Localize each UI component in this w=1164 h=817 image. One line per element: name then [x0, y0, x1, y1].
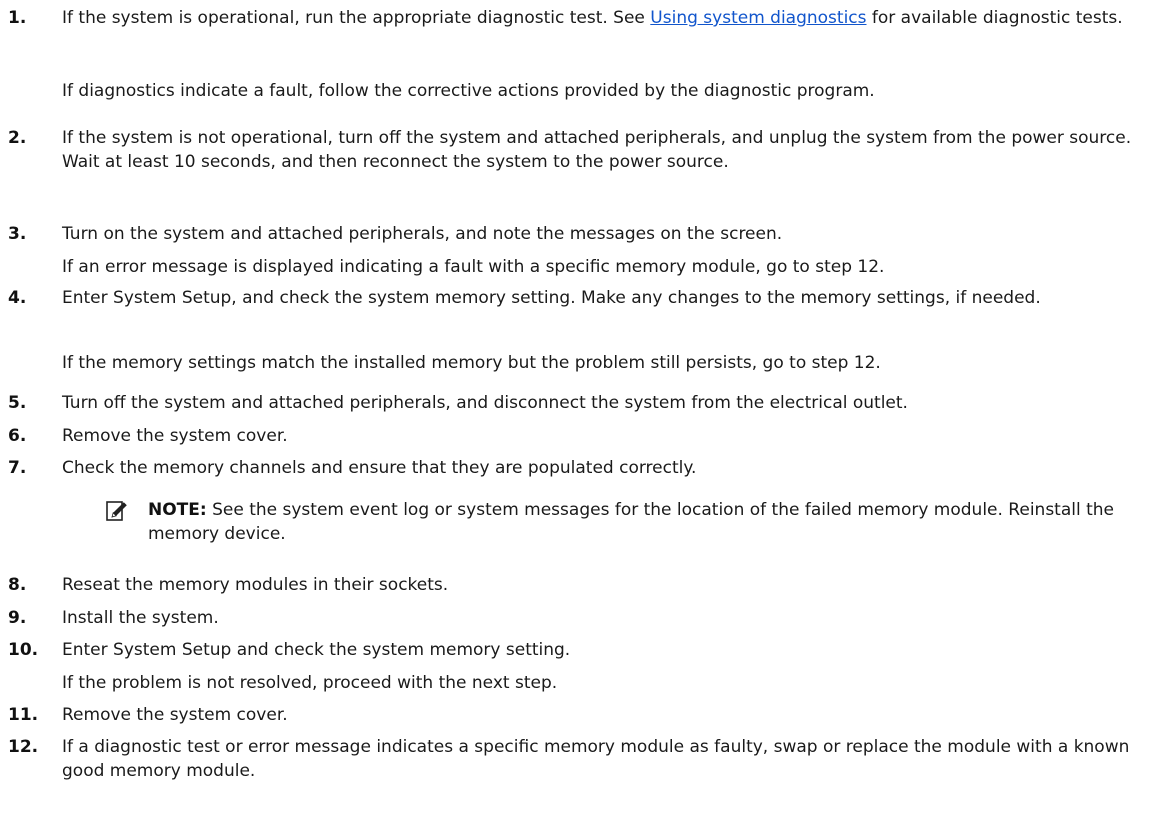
step-text: Remove the system cover. [62, 705, 288, 725]
step-sub-text: If diagnostics indicate a fault, follow … [62, 81, 875, 101]
using-system-diagnostics-link[interactable]: Using system diagnostics [650, 8, 866, 28]
step-number: 5. [8, 393, 27, 413]
step-text: Install the system. [62, 608, 219, 628]
step-sub-text: If an error message is displayed indicat… [62, 257, 885, 277]
step-number: 1. [8, 8, 27, 28]
step-text-part: If the system is operational, run the ap… [62, 8, 651, 28]
step-sub-text: If the problem is not resolved, proceed … [62, 673, 558, 693]
step-text: Reseat the memory modules in their socke… [62, 575, 449, 595]
note-body: See the system event log or system messa… [148, 500, 1115, 544]
step-text: Turn on the system and attached peripher… [62, 224, 783, 244]
step-text: Check the memory channels and ensure tha… [62, 458, 697, 478]
step-text: Enter System Setup, and check the system… [62, 288, 1041, 308]
step-text: If the system is operational, run the ap… [62, 6, 1160, 30]
document-page: 1. If the system is operational, run the… [0, 0, 1164, 817]
note-text: NOTE: See the system event log or system… [148, 498, 1158, 546]
step-number: 12. [8, 737, 39, 757]
step-text: Enter System Setup and check the system … [62, 640, 571, 660]
step-number: 4. [8, 288, 27, 308]
step-number: 3. [8, 224, 27, 244]
note-pencil-icon [106, 501, 127, 521]
step-text: Remove the system cover. [62, 426, 288, 446]
step-number: 6. [8, 426, 27, 446]
step-text-part: for available diagnostic tests. [866, 8, 1123, 28]
step-number: 2. [8, 128, 27, 148]
step-number: 8. [8, 575, 27, 595]
step-text: If the system is not operational, turn o… [62, 128, 1132, 172]
step-sub-text: If the memory settings match the install… [62, 353, 881, 373]
step-text: Turn off the system and attached periphe… [62, 393, 908, 413]
step-number: 9. [8, 608, 27, 628]
step-number: 7. [8, 458, 27, 478]
step-number: 11. [8, 705, 39, 725]
note-label: NOTE: [148, 500, 207, 520]
step-text: If a diagnostic test or error message in… [62, 737, 1130, 781]
step-number: 10. [8, 640, 39, 660]
